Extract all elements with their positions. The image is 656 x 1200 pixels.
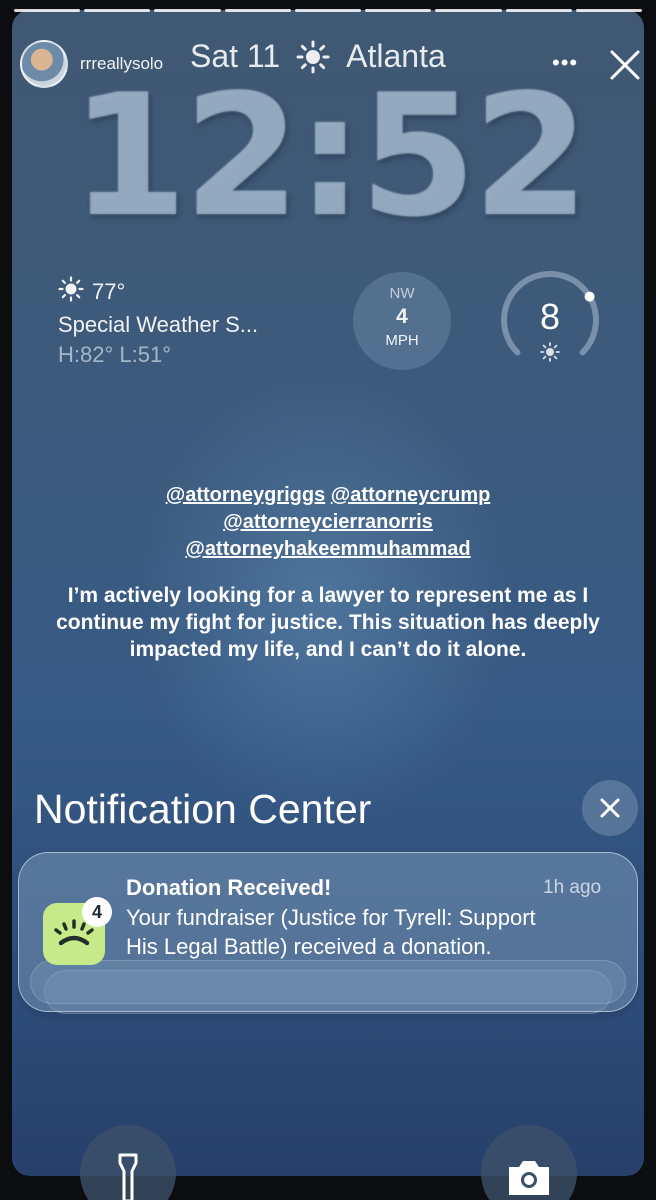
notification-center-title: Notification Center bbox=[34, 786, 372, 832]
mention-link[interactable]: @attorneycrump bbox=[331, 484, 491, 506]
wind-speed: 4 bbox=[396, 305, 408, 328]
story-segment bbox=[575, 9, 642, 12]
notification-time: 1h ago bbox=[543, 877, 602, 898]
story-segment bbox=[294, 9, 362, 12]
notification-card[interactable]: 4 Donation Received! 1h ago Your fundrai… bbox=[18, 852, 638, 1012]
close-icon bbox=[600, 798, 620, 818]
camera-button[interactable] bbox=[481, 1125, 577, 1200]
weather-condition: Special Weather S... bbox=[58, 312, 259, 337]
story-progress-bar bbox=[14, 9, 642, 13]
story-segment bbox=[84, 9, 151, 12]
story-segment bbox=[154, 9, 221, 12]
weather-temperature: 77° bbox=[92, 279, 126, 304]
story-segment bbox=[14, 9, 81, 12]
lockscreen-clock: 12:52 bbox=[70, 58, 590, 254]
camera-icon bbox=[509, 1161, 549, 1195]
uv-index-widget[interactable]: 8 bbox=[498, 268, 602, 372]
story-segment bbox=[435, 9, 502, 12]
uv-index-value: 8 bbox=[539, 296, 561, 337]
weather-widget[interactable]: 77° Special Weather S... H:82° L:51° bbox=[58, 276, 258, 368]
clear-notifications-button[interactable] bbox=[582, 780, 638, 836]
sun-icon bbox=[540, 342, 560, 367]
story-segment bbox=[505, 9, 572, 12]
wind-unit: MPH bbox=[385, 332, 419, 349]
mention-link[interactable]: @attorneyhakeemmuhammad bbox=[185, 538, 470, 560]
notification-body: Your fundraiser (Justice for Tyrell: Sup… bbox=[126, 905, 536, 959]
mention-tags: @attorneygriggs @attorneycrump @attorney… bbox=[0, 482, 656, 563]
mention-link[interactable]: @attorneygriggs bbox=[166, 484, 326, 506]
flashlight-button[interactable] bbox=[80, 1125, 176, 1200]
flashlight-icon bbox=[118, 1153, 138, 1200]
story-segment bbox=[365, 9, 432, 12]
story-segment bbox=[224, 9, 291, 12]
app-badge-count: 4 bbox=[82, 897, 112, 927]
weather-high-low: H:82° L:51° bbox=[58, 342, 171, 367]
story-caption-text: I’m actively looking for a lawyer to rep… bbox=[56, 584, 600, 661]
wind-widget[interactable]: NW 4 MPH bbox=[353, 272, 451, 370]
mention-link[interactable]: @attorneycierranorris bbox=[223, 511, 433, 533]
wind-direction: NW bbox=[389, 285, 415, 302]
sun-icon bbox=[58, 276, 84, 308]
notification-title: Donation Received! bbox=[126, 875, 332, 900]
